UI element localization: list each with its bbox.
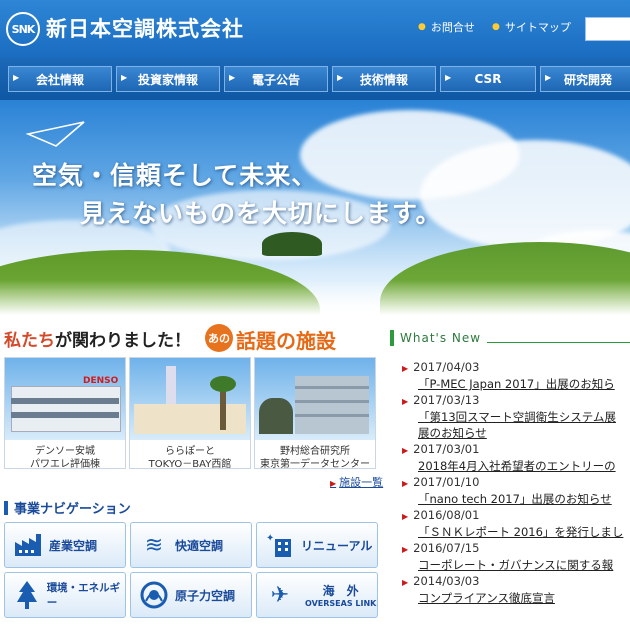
arrow-right-icon: ▶: [402, 512, 409, 521]
news-item-link[interactable]: 「nano tech 2017」出展のお知らせ: [418, 491, 612, 507]
business-button-label: 環境・エネルギー: [46, 582, 121, 609]
news-item-link[interactable]: 「P-MEC Japan 2017」出展のお知ら: [418, 376, 615, 392]
nav-item-public-notice[interactable]: 電子公告: [224, 66, 328, 92]
nav-item-csr[interactable]: CSR: [440, 66, 536, 92]
facility-photo: [130, 358, 250, 440]
facility-card-denso[interactable]: DENSO デンソー安城 パワエレ評価棟: [4, 357, 126, 470]
company-name[interactable]: 新日本空調株式会社: [46, 13, 244, 43]
tree-cluster: [262, 232, 322, 256]
news-date: ▶ 2017/03/01: [402, 442, 480, 456]
news-item-link[interactable]: コンプライアンス徹底宣言: [418, 590, 555, 606]
news-item-link-cont[interactable]: 展のお知らせ: [418, 425, 487, 441]
business-button-nuclear[interactable]: 原子力空調: [130, 572, 252, 618]
nav-item-technology[interactable]: 技術情報: [332, 66, 436, 92]
sparkle-building-icon: ✦: [263, 528, 297, 562]
airplane-icon: ✈: [270, 582, 290, 608]
nav-label: CSR: [474, 72, 502, 86]
hero-tagline-line2: 見えないものを大切にします。: [80, 199, 442, 228]
nav-label: 投資家情報: [137, 72, 198, 87]
news-date: ▶ 2016/07/15: [402, 541, 480, 555]
business-button-overseas[interactable]: ✈ 海 外 OVERSEAS LINK: [256, 572, 378, 618]
heading-bar: [4, 500, 8, 515]
nav-label: 会社情報: [35, 72, 84, 87]
business-nav-title-text: 事業ナビゲーション: [14, 502, 131, 517]
news-date: ▶ 2017/01/10: [402, 475, 480, 489]
business-button-environment[interactable]: 環境・エネルギー: [4, 572, 126, 618]
arrow-right-icon: ▶: [330, 479, 337, 488]
wave-icon: ≋: [144, 532, 164, 558]
contact-link[interactable]: ● お問合せ: [418, 19, 475, 35]
business-button-label: リニューアル: [301, 538, 373, 553]
tree-icon: [11, 578, 43, 612]
factory-icon: [11, 528, 45, 562]
arrow-right-icon: ▶: [402, 578, 409, 587]
facility-card-nri[interactable]: 野村総合研究所 東京第一データセンター: [254, 357, 376, 470]
facility-card-lalaport[interactable]: ららぽーと TOKYO－BAY西館: [129, 357, 251, 470]
nav-item-research[interactable]: 研究開発: [540, 66, 630, 92]
hero-fade: [0, 280, 630, 322]
news-item-link[interactable]: 「第13回スマート空調衛生システム展: [418, 409, 616, 425]
arrow-right-icon: ▶: [402, 479, 409, 488]
news-heading: What's New: [390, 328, 630, 348]
facilities-title: 私たちが関わりました！: [4, 326, 191, 351]
business-button-label: 原子力空調: [175, 588, 236, 603]
facility-photo: [255, 358, 375, 440]
facilities-title-rest: が関わりました！: [55, 331, 191, 351]
global-nav: 会社情報 投資家情報 電子公告 技術情報 CSR 研究開発: [0, 58, 630, 100]
facility-photo: DENSO: [5, 358, 125, 440]
arrow-right-icon: ▶: [402, 545, 409, 554]
atom-icon: [137, 578, 171, 612]
contact-link-label: お問合せ: [430, 21, 475, 34]
nav-label: 技術情報: [359, 72, 408, 87]
nav-item-company[interactable]: 会社情報: [8, 66, 112, 92]
nav-item-investors[interactable]: 投資家情報: [116, 66, 220, 92]
facility-name-sub: TOKYO－BAY西館: [148, 459, 232, 470]
arrow-right-icon: ▶: [402, 446, 409, 455]
hero-banner: 空気・信頼そして未来、 見えないものを大切にします。: [0, 100, 630, 322]
overseas-label-group: 海 外 OVERSEAS LINK: [305, 582, 376, 608]
news-item-link[interactable]: 「ＳＮＫレポート 2016」を発行しまし: [418, 524, 623, 540]
arrow-right-icon: ●: [492, 22, 500, 32]
business-button-industrial[interactable]: 産業空調: [4, 522, 126, 568]
arrow-right-icon: ▶: [402, 397, 409, 406]
facility-list-label: 施設一覧: [339, 476, 384, 489]
ano-badge: あの: [205, 324, 233, 352]
heading-rule: [487, 341, 630, 343]
business-button-label: 快適空調: [175, 538, 224, 553]
sitemap-link[interactable]: ● サイトマップ: [492, 19, 571, 35]
arrow-right-icon: ●: [418, 22, 426, 32]
business-button-comfort[interactable]: ≋ 快適空調: [130, 522, 252, 568]
search-input[interactable]: [585, 17, 630, 41]
site-header: SNK 新日本空調株式会社 ● お問合せ ● サイトマップ: [0, 0, 630, 58]
news-date: ▶ 2014/03/03: [402, 574, 480, 588]
arrow-right-icon: ▶: [402, 364, 409, 373]
sitemap-link-label: サイトマップ: [504, 21, 571, 34]
news-heading-text: What's New: [400, 331, 482, 345]
company-logo[interactable]: SNK: [6, 12, 40, 46]
facility-name-sub: 東京第一データセンター: [260, 459, 370, 470]
paper-plane-icon: [26, 121, 85, 147]
business-button-renewal[interactable]: ✦ リニューアル: [256, 522, 378, 568]
news-date: ▶ 2016/08/01: [402, 508, 480, 522]
facility-list-link[interactable]: ▶ 施設一覧: [330, 474, 383, 490]
heading-bar: [390, 330, 394, 346]
nav-label: 研究開発: [563, 72, 612, 87]
news-item-link[interactable]: コーポレート・ガバナンスに関する報: [418, 557, 613, 573]
business-button-label: 産業空調: [49, 538, 98, 553]
business-nav-title: 事業ナビゲーション: [4, 498, 131, 517]
business-button-sublabel: OVERSEAS LINK: [305, 599, 377, 608]
facilities-title-accent: 私たち: [4, 331, 55, 351]
news-item-link[interactable]: 2018年4月入社希望者のエントリーの: [418, 458, 616, 474]
business-button-label: 海 外: [322, 584, 359, 598]
news-date: ▶ 2017/04/03: [402, 360, 480, 374]
facilities-hot-title: 話題の施設: [236, 329, 336, 353]
news-date: ▶ 2017/03/13: [402, 393, 480, 407]
hero-tagline-line1: 空気・信頼そして未来、: [32, 161, 318, 190]
facility-name-sub: パワエレ評価棟: [30, 459, 100, 470]
nav-label: 電子公告: [251, 72, 300, 87]
svg-text:✦: ✦: [266, 533, 274, 544]
